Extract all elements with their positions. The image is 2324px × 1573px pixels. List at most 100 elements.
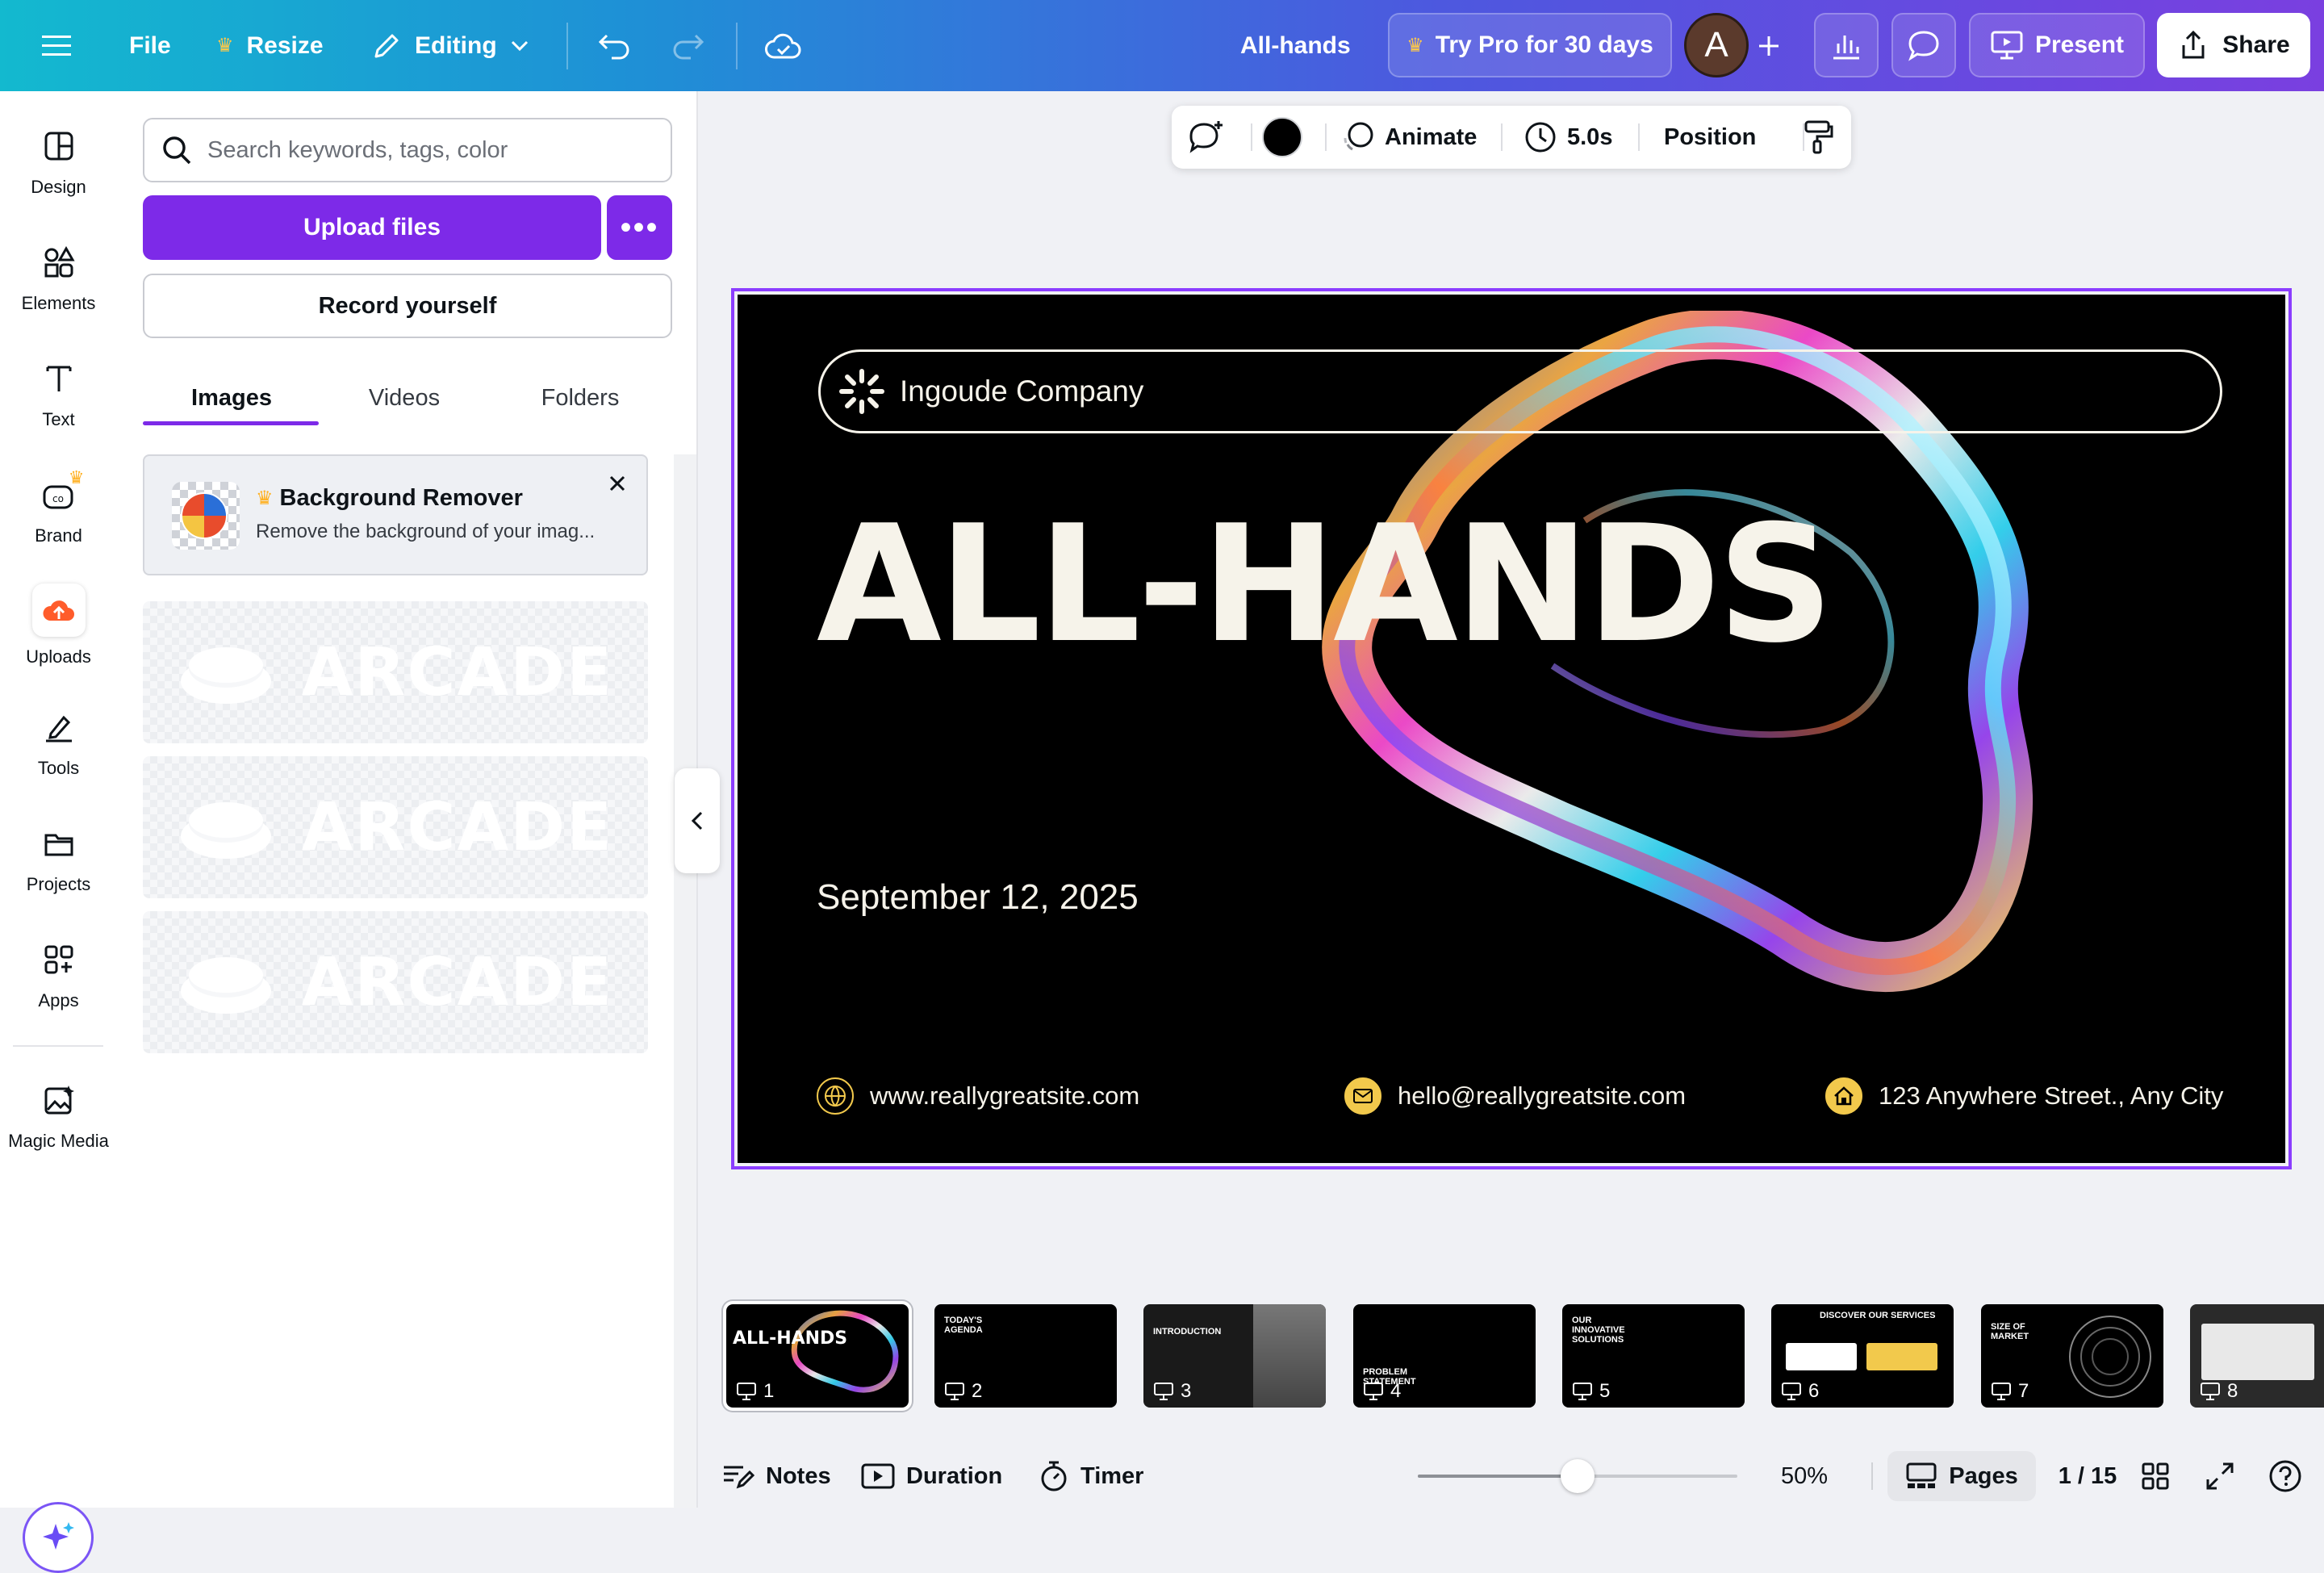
folder-icon	[38, 822, 80, 864]
zoom-slider-handle[interactable]	[1561, 1459, 1595, 1493]
grid-view-button[interactable]	[2141, 1445, 2170, 1508]
page-counter[interactable]: 1 / 15	[2042, 1445, 2133, 1508]
email-contact[interactable]: hello@reallygreatsite.com	[1344, 1077, 1686, 1115]
tab-videos[interactable]: Videos	[316, 374, 493, 422]
thumbnail-heading: SIZE OF MARKET	[1991, 1322, 2029, 1342]
page-thumbnail[interactable]: TODAY'S AGENDA 2	[934, 1304, 1117, 1408]
rail-item-elements[interactable]: Elements	[0, 241, 117, 314]
tab-images[interactable]: Images	[143, 374, 320, 422]
close-promo-button[interactable]	[603, 469, 632, 498]
duration-button[interactable]: 5.0s	[1524, 106, 1612, 169]
pages-toggle-button[interactable]: Pages	[1887, 1451, 2036, 1501]
rail-item-label: Tools	[37, 758, 80, 778]
record-yourself-button[interactable]: Record yourself	[143, 274, 672, 338]
page-number: 5	[1572, 1380, 1610, 1403]
more-icon: •••	[620, 209, 659, 245]
bar-chart-icon	[1833, 36, 1859, 60]
copy-style-button[interactable]	[1803, 106, 1835, 169]
page-thumbnail[interactable]: OUR INNOVATIVE SOLUTIONS 5	[1562, 1304, 1745, 1408]
present-button[interactable]: Present	[1969, 13, 2145, 77]
rail-item-magic-media[interactable]: Magic Media	[0, 1079, 117, 1152]
record-label: Record yourself	[318, 292, 497, 319]
save-status-button[interactable]	[765, 0, 802, 91]
tab-folders[interactable]: Folders	[491, 374, 669, 422]
editing-mode-dropdown[interactable]: Editing	[371, 0, 529, 91]
iridescent-bubble-image[interactable]	[1206, 311, 2285, 1134]
page-thumbnail[interactable]: INTRODUCTION 3	[1143, 1304, 1326, 1408]
brand-icon: co ♛	[38, 467, 85, 516]
undo-button[interactable]	[597, 0, 631, 91]
grid-icon	[2142, 1462, 2169, 1490]
avatar[interactable]: A	[1684, 13, 1749, 77]
position-button[interactable]: Position	[1664, 106, 1756, 169]
page-thumbnail[interactable]: ALL-HANDS 1	[723, 1301, 912, 1411]
document-title[interactable]: All-hands	[1240, 0, 1351, 91]
canva-assistant-button[interactable]	[23, 1502, 94, 1573]
uploaded-image[interactable]: ARCADE	[143, 601, 648, 743]
rail-item-brand[interactable]: co ♛ Brand	[0, 467, 117, 546]
website-text: www.reallygreatsite.com	[870, 1081, 1140, 1110]
resize-button[interactable]: ♛ Resize	[216, 0, 324, 91]
zoom-label: 50%	[1781, 1462, 1829, 1489]
file-menu-button[interactable]: File	[129, 0, 171, 91]
uploaded-image[interactable]: ARCADE	[143, 756, 648, 898]
rail-item-label: Design	[31, 177, 86, 197]
slide-date[interactable]: September 12, 2025	[817, 877, 1139, 918]
zoom-percentage[interactable]: 50%	[1781, 1445, 1828, 1508]
invite-button[interactable]	[1756, 0, 1782, 91]
rail-item-apps[interactable]: Apps	[0, 939, 117, 1011]
rail-item-projects[interactable]: Projects	[0, 822, 117, 895]
slide-canvas[interactable]: Ingoude Company ALL-HANDS September 12, …	[738, 295, 2285, 1163]
chevron-left-icon	[691, 811, 703, 830]
upload-files-label: Upload files	[303, 214, 441, 241]
clock-icon	[1525, 122, 1556, 153]
active-tab-indicator	[143, 421, 319, 425]
page-thumbnail[interactable]: PROBLEM STATEMENT 4	[1353, 1304, 1536, 1408]
redo-button[interactable]	[671, 0, 705, 91]
duration-toggle[interactable]: Duration	[861, 1445, 1002, 1508]
timer-button[interactable]: Timer	[1039, 1445, 1143, 1508]
search-input[interactable]: Search keywords, tags, color	[143, 118, 672, 182]
bottom-bar: Notes Duration Timer 50% Pages 1 / 15	[700, 1445, 2324, 1508]
pages-icon	[1906, 1462, 1937, 1488]
rail-item-uploads[interactable]: Uploads	[0, 584, 117, 667]
help-button[interactable]	[2268, 1445, 2302, 1508]
comments-button[interactable]	[1891, 13, 1956, 77]
fullscreen-button[interactable]	[2205, 1445, 2234, 1508]
page-number-text: 6	[1808, 1380, 1820, 1402]
page-thumbnail[interactable]: DISCOVER OUR SERVICES 6	[1771, 1304, 1954, 1408]
animate-button[interactable]: Animate	[1341, 106, 1477, 169]
upload-files-button[interactable]: Upload files	[143, 195, 601, 260]
page-number: 8	[2200, 1380, 2238, 1403]
animate-icon	[1344, 122, 1373, 151]
color-picker-button[interactable]	[1262, 106, 1302, 169]
website-contact[interactable]: www.reallygreatsite.com	[817, 1077, 1139, 1115]
slide-title[interactable]: ALL-HANDS	[817, 504, 1833, 666]
main-menu-button[interactable]	[42, 0, 71, 91]
background-remover-promo[interactable]: ♛ Background Remover Remove the backgrou…	[143, 454, 648, 575]
magic-edit-button[interactable]	[1188, 106, 1225, 169]
redo-icon	[673, 34, 704, 59]
present-icon	[2201, 1383, 2220, 1400]
share-button[interactable]: Share	[2157, 13, 2310, 77]
toolbar-divider	[1325, 123, 1327, 151]
upload-more-options-button[interactable]: •••	[607, 195, 672, 260]
insights-button[interactable]	[1814, 13, 1879, 77]
help-icon	[2269, 1460, 2301, 1492]
rail-item-text[interactable]: Text	[0, 358, 117, 430]
promo-title-text: Background Remover	[279, 485, 523, 511]
crown-icon: ♛	[1407, 34, 1424, 56]
page-thumbnail[interactable]: SIZE OF MARKET 7	[1981, 1304, 2163, 1408]
panel-scrollbar[interactable]	[674, 454, 696, 1508]
address-contact[interactable]: 123 Anywhere Street., Any City	[1825, 1077, 2223, 1115]
uploaded-image[interactable]: ARCADE	[143, 911, 648, 1053]
company-banner[interactable]: Ingoude Company	[818, 349, 2222, 433]
present-label: Present	[2034, 31, 2125, 58]
page-thumbnail[interactable]: 8	[2190, 1304, 2324, 1408]
rail-item-design[interactable]: Design	[0, 125, 117, 198]
rail-item-tools[interactable]: Tools	[0, 706, 117, 779]
crown-icon: ♛	[68, 467, 85, 487]
notes-button[interactable]: Notes	[722, 1445, 831, 1508]
try-pro-button[interactable]: ♛ Try Pro for 30 days	[1388, 13, 1672, 77]
collapse-panel-button[interactable]	[675, 768, 720, 873]
